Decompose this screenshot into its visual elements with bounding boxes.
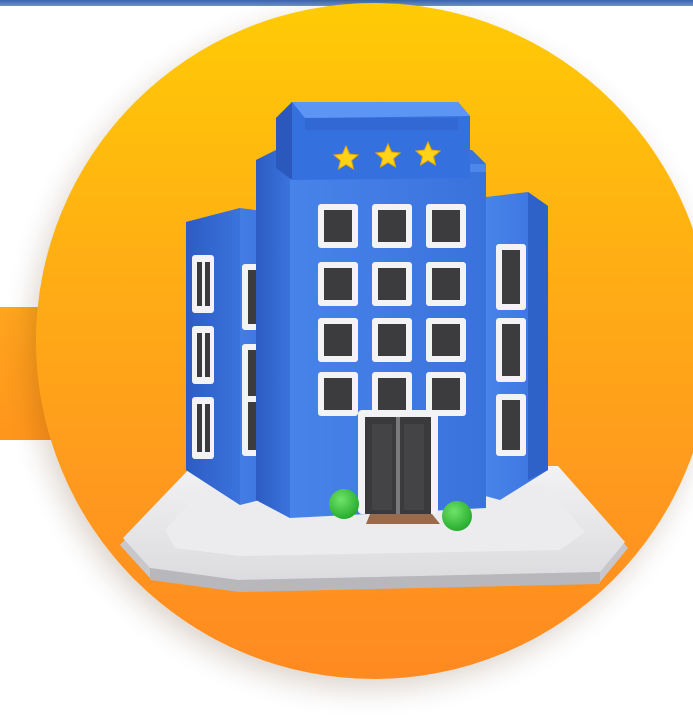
right-wing-windows [496,244,526,456]
tower-window-glass [324,210,352,242]
rooftop-sign [276,102,470,180]
tower-window-glass [324,268,352,300]
doormat [366,514,440,524]
entrance-door [358,410,438,514]
tower-window-glass [324,378,352,410]
bush-left [329,489,359,519]
tower-window-glass [432,378,460,410]
tower-window-glass [378,268,406,300]
tower-window-glass [378,324,406,356]
tower-window-glass [324,324,352,356]
tower-window-glass [432,210,460,242]
tower-window-glass [432,268,460,300]
bush-right [442,501,472,531]
tower-window-glass [432,324,460,356]
hotel-illustration-canvas [0,0,693,718]
tower-window-glass [378,378,406,410]
hotel-building-icon [120,102,628,592]
right-wing [478,192,548,500]
tower-window-glass [378,210,406,242]
